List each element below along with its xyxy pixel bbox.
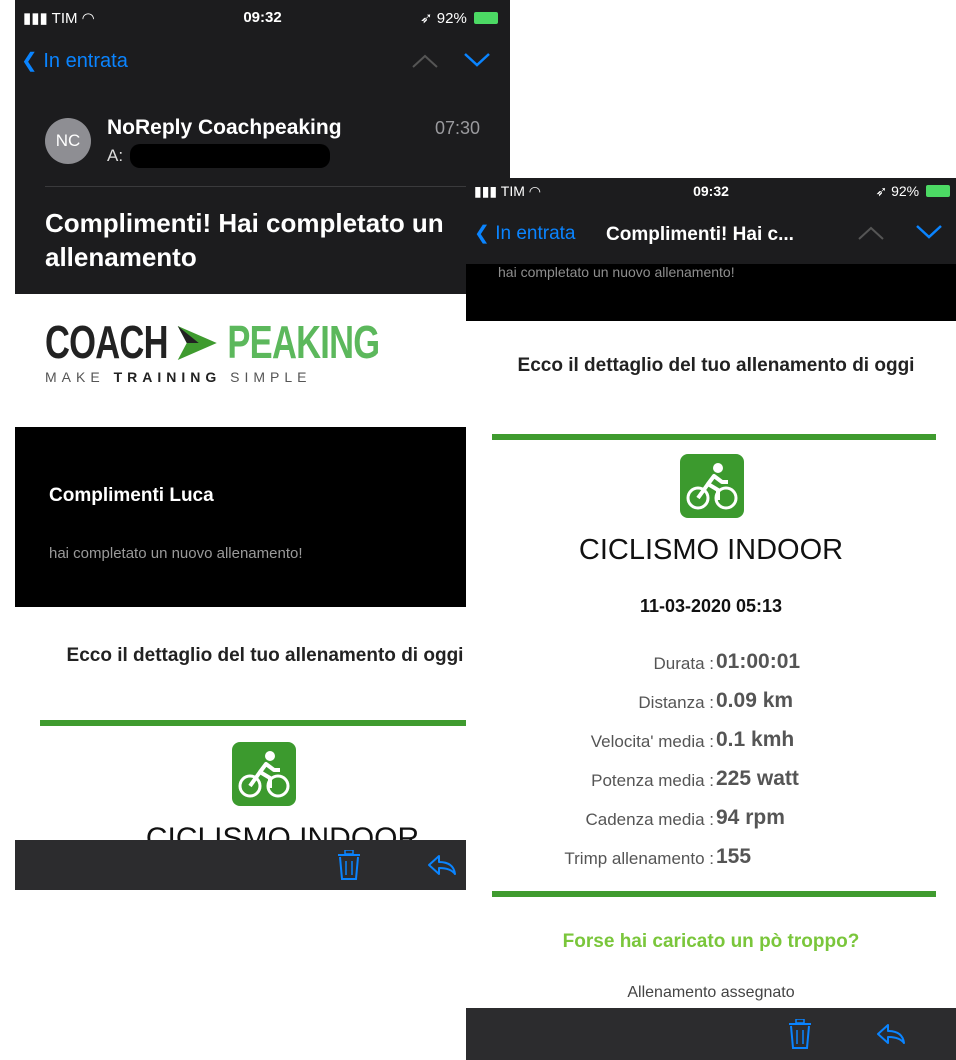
greeting-title: Complimenti Luca [49,485,214,506]
green-divider [492,434,936,440]
back-chevron-icon: ❮ [474,223,490,244]
battery-status: ➶ 92% [420,9,498,27]
next-message-button[interactable] [462,48,492,76]
bottom-toolbar [466,1008,956,1060]
reply-button[interactable] [876,1023,906,1050]
mail-nav-bar: ❮ In entrata Complimenti! Hai c... [466,206,956,264]
activity-date: 11-03-2020 05:13 [639,596,783,616]
intro-text: Ecco il dettaglio del tuo allenamento di… [517,355,915,376]
activity-title: CICLISMO INDOOR [578,534,844,566]
trash-button[interactable] [788,1018,812,1054]
assigned-workout-label: Allenamento assegnato [627,984,795,1001]
location-arrow-icon: ➶ [875,183,888,199]
greeting-banner-peek: hai completato un nuovo allenamento! [466,264,956,321]
stat-row: Velocita' media : 0.1 kmh [466,726,956,765]
reply-icon [428,855,456,875]
back-button[interactable]: ❮ In entrata [474,222,575,245]
stat-label: Potenza media : [591,771,714,790]
email-time: 07:30 [434,118,480,138]
green-divider [492,891,936,897]
right-phone-screenshot: ▮▮▮ TIM ◠ 09:32 ➶ 92% ❮ In entrata Compl… [466,178,956,1060]
previous-message-button[interactable] [856,222,886,248]
status-bar: ▮▮▮ TIM ◠ 09:32 ➶ 92% [466,178,956,206]
workout-stats: Durata : 01:00:01 Distanza : 0.09 km Vel… [466,648,956,882]
battery-status: ➶ 92% [875,183,950,200]
intro-text: Ecco il dettaglio del tuo allenamento di… [66,645,464,666]
coachpeaking-logo: COACH PEAKING MAKE TRAINING SIMPLE [45,316,380,385]
stat-label: Cadenza media : [585,810,714,829]
green-divider [40,720,510,726]
trash-icon [338,849,360,880]
battery-icon [926,185,950,197]
back-chevron-icon: ❮ [21,50,38,72]
chevron-down-icon [464,53,490,67]
divider [45,186,510,187]
stat-row: Distanza : 0.09 km [466,687,956,726]
reply-icon [877,1024,905,1044]
stat-label: Distanza : [638,693,714,712]
stat-value: 0.09 km [716,689,794,712]
cycling-icon [232,742,296,806]
location-arrow-icon: ➶ [420,10,433,27]
chevron-down-icon [916,225,942,239]
load-warning: Forse hai caricato un pò troppo? [562,931,860,952]
chevron-up-icon [858,226,884,240]
left-phone-screenshot: ▮▮▮ TIM ◠ 09:32 ➶ 92% ❮ In entrata NC No… [15,0,510,890]
avatar[interactable]: NC [45,118,91,164]
reply-button[interactable] [427,854,457,881]
trash-button[interactable] [337,849,361,885]
redacted-recipient [130,144,330,168]
previous-message-button[interactable] [410,50,440,76]
stat-value: 225 watt [716,767,799,790]
cycling-icon [680,454,744,518]
battery-icon [474,12,498,24]
stat-label: Durata : [653,654,714,673]
logo-arrow-icon [178,326,218,360]
stat-row: Trimp allenamento : 155 [466,843,956,882]
stat-value: 0.1 kmh [716,728,795,751]
greeting-subtitle: hai completato un nuovo allenamento! [49,545,303,562]
nav-title: Complimenti! Hai c... [606,224,794,245]
stat-row: Potenza media : 225 watt [466,765,956,804]
stat-value: 155 [716,845,752,868]
back-button[interactable]: ❮ In entrata [21,48,128,73]
recipient-prefix: A: [107,146,124,165]
next-message-button[interactable] [914,220,944,248]
status-bar: ▮▮▮ TIM ◠ 09:32 ➶ 92% [15,0,510,36]
stat-value: 94 rpm [716,806,785,829]
greeting-subtitle: hai completato un nuovo allenamento! [498,264,735,280]
trash-icon [789,1018,811,1049]
chevron-up-icon [412,54,438,68]
stat-label: Velocita' media : [590,732,714,751]
stat-row: Cadenza media : 94 rpm [466,804,956,843]
activity-title: CICLISMO INDOOR [145,822,420,842]
stat-label: Trimp allenamento : [564,849,714,868]
email-header: NC NoReply Coachpeaking A: 07:30 Complim… [15,94,510,294]
stat-row: Durata : 01:00:01 [466,648,956,687]
greeting-banner: Complimenti Luca hai completato un nuovo… [15,427,510,607]
stat-value: 01:00:01 [716,650,801,673]
email-subject: Complimenti! Hai completato un allenamen… [45,208,444,272]
bottom-toolbar [15,840,510,890]
mail-nav-bar: ❮ In entrata [15,36,510,94]
sender-name[interactable]: NoReply Coachpeaking [107,116,342,140]
